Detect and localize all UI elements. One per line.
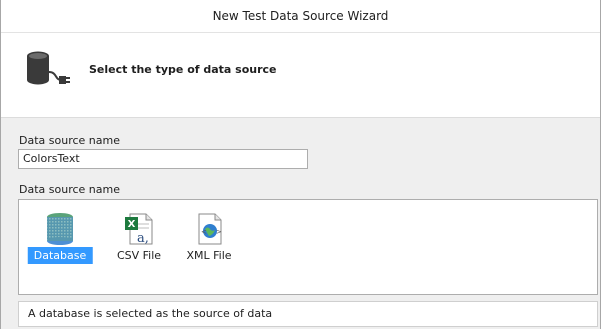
list-item-xml-file[interactable]: < > XML File	[174, 210, 244, 270]
wizard-header: Select the type of data source	[1, 33, 600, 118]
database-plug-icon	[27, 51, 70, 85]
title-bar[interactable]: New Test Data Source Wizard	[1, 0, 600, 33]
data-source-name-input[interactable]: ColorsText	[18, 149, 308, 169]
window-title: New Test Data Source Wizard	[212, 9, 389, 23]
svg-text:a,: a,	[137, 231, 149, 246]
svg-text:X: X	[128, 219, 136, 230]
list-item-label: Database	[27, 247, 93, 264]
list-item-csv-file[interactable]: X a, CSV File	[104, 210, 174, 270]
data-source-type-label: Data source name	[19, 183, 120, 196]
svg-text:<: <	[201, 228, 207, 236]
data-source-type-list[interactable]: Database X a, CSV File < > XML File	[18, 199, 598, 295]
wizard-window: New Test Data Source Wizard Select the t…	[0, 0, 601, 329]
database-icon	[47, 213, 73, 245]
list-item-database[interactable]: Database	[25, 210, 95, 270]
header-title: Select the type of data source	[89, 63, 277, 76]
selection-description: A database is selected as the source of …	[18, 301, 598, 327]
xml-file-icon: < >	[198, 213, 222, 245]
wizard-body: Data source name ColorsText Data source …	[1, 118, 600, 329]
csv-file-icon: X a,	[125, 213, 153, 246]
list-item-label: CSV File	[116, 249, 162, 262]
data-source-name-label: Data source name	[19, 134, 120, 147]
svg-text:>: >	[216, 228, 222, 236]
list-item-label: XML File	[186, 249, 232, 262]
